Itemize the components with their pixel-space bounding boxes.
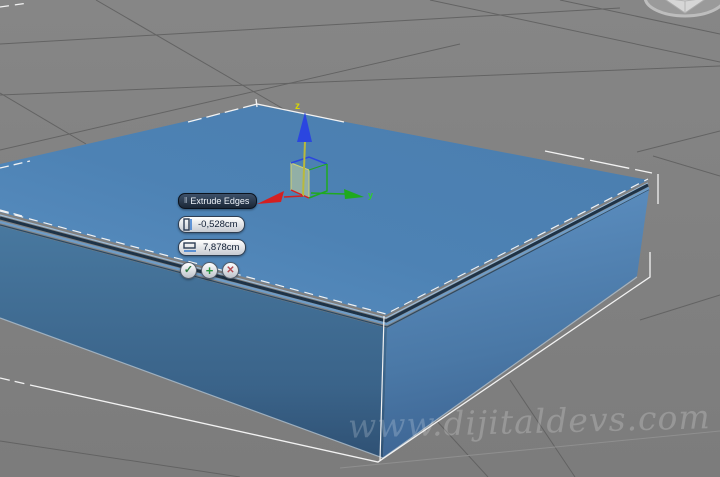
extrude-height-value[interactable]: -0,528cm (196, 219, 238, 230)
apply-and-continue-button[interactable]: + (201, 262, 218, 279)
ok-button[interactable]: ✓ (180, 262, 197, 279)
extrude-base-width-value[interactable]: 7,878cm (201, 242, 239, 253)
caddy-buttons-row: ✓ + ✕ (180, 262, 257, 279)
scene-canvas[interactable]: z x y (0, 0, 720, 477)
cancel-button[interactable]: ✕ (222, 262, 239, 279)
caddy-title-label: Extrude Edges (190, 195, 250, 206)
caddy-title-pill[interactable]: ‖ Extrude Edges (178, 193, 258, 209)
extrude-edges-caddy: ‖ Extrude Edges -0,528cm 7,878cm ✓ + ✕ (178, 190, 258, 279)
extrude-height-icon (183, 218, 192, 231)
axis-y-label: y (368, 190, 373, 200)
viewport-3d[interactable]: z x y ‖ Extrude Edges (0, 0, 720, 477)
caddy-drag-handle-icon[interactable]: ‖ (184, 196, 187, 205)
axis-z-label: z (295, 101, 300, 112)
extrude-height-field[interactable]: -0,528cm (178, 216, 245, 233)
extrude-base-width-icon (183, 242, 196, 252)
extrude-base-width-field[interactable]: 7,878cm (178, 239, 247, 256)
